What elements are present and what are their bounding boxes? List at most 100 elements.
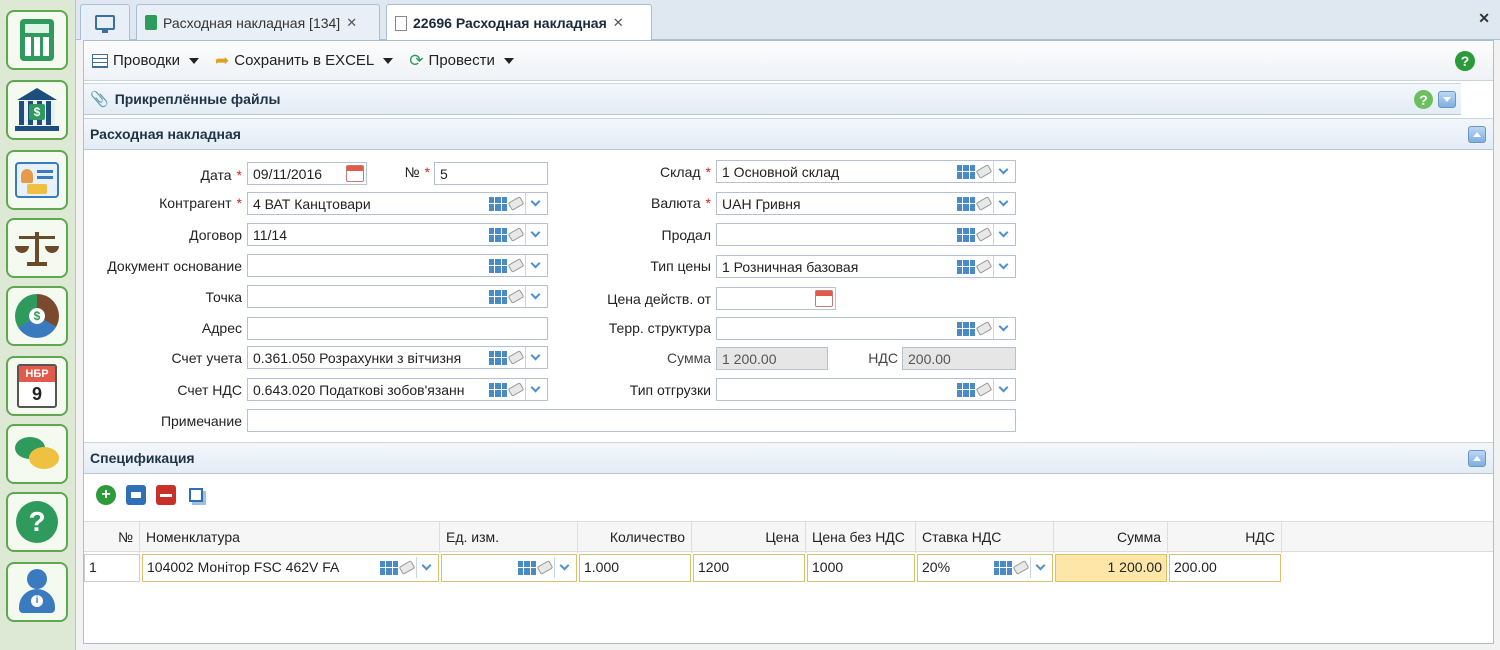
close-tab-icon[interactable]: ✕ [613,15,624,31]
chevron-down-icon[interactable] [1030,557,1050,578]
date-field[interactable]: 09/11/2016 [247,162,367,185]
shipment-type-field[interactable] [716,378,1016,401]
price-valid-field[interactable] [716,287,836,310]
calendar-icon[interactable] [815,290,833,307]
grid-icon[interactable] [489,350,507,365]
counterparty-field[interactable]: 4 ВАТ Канцтовари [247,192,548,215]
eraser-icon[interactable] [975,196,993,211]
eraser-icon[interactable] [1012,560,1030,575]
contract-field[interactable]: 11/14 [247,223,548,246]
tab-invoice-22696[interactable]: 22696 Расходная накладная ✕ [386,4,652,41]
col-item[interactable]: Номенклатура [140,522,440,553]
address-field[interactable] [247,317,548,340]
help-button[interactable]: ? [6,492,68,552]
eraser-icon[interactable] [536,560,554,575]
eraser-icon[interactable] [507,350,525,365]
col-unit[interactable]: Ед. изм. [440,522,578,553]
row-unit-field[interactable] [441,554,577,582]
calendar-icon[interactable] [346,165,364,182]
col-price[interactable]: Цена [692,522,806,553]
account-field[interactable]: 0.361.050 Розрахунки з вітчизня [247,346,548,369]
grid-icon[interactable] [957,259,975,274]
base-document-field[interactable] [247,254,548,277]
help-icon[interactable]: ? [1455,51,1475,71]
row-item-field[interactable]: 104002 Монітор FSC 462V FA [142,554,439,582]
tab-desktop[interactable] [80,4,130,40]
grid-icon[interactable] [380,560,398,575]
attached-files-header[interactable]: 📎 Прикреплённые файлы ? [84,83,1461,115]
chevron-down-icon[interactable] [993,224,1013,245]
grid-icon[interactable] [489,289,507,304]
calculator-button[interactable] [6,10,68,70]
close-tab-icon[interactable]: ✕ [346,15,357,31]
grid-icon[interactable] [518,560,536,575]
chevron-down-icon[interactable] [525,347,545,368]
sold-by-field[interactable] [716,223,1016,246]
save-excel-menu[interactable]: ➦ Сохранить в EXCEL [215,51,394,71]
contacts-button[interactable] [6,150,68,210]
grid-icon[interactable] [957,321,975,336]
user-info-button[interactable]: i [6,562,68,622]
col-quantity[interactable]: Количество [578,522,692,553]
eraser-icon[interactable] [975,321,993,336]
grid-icon[interactable] [957,382,975,397]
eraser-icon[interactable] [507,196,525,211]
point-field[interactable] [247,285,548,308]
warehouse-field[interactable]: 1 Основной склад [716,160,1016,183]
chevron-down-icon[interactable] [554,557,574,578]
chevron-down-icon[interactable] [416,557,436,578]
grid-icon[interactable] [489,258,507,273]
chevron-down-icon[interactable] [993,256,1013,277]
currency-field[interactable]: UAH Гривня [716,192,1016,215]
row-quantity-field[interactable]: 1.000 [579,554,691,582]
copy-icon[interactable] [186,485,206,505]
close-all-icon[interactable]: ✕ [1478,10,1490,27]
collapse-icon[interactable] [1468,450,1486,467]
eraser-icon[interactable] [398,560,416,575]
grid-icon[interactable] [994,560,1012,575]
price-type-field[interactable]: 1 Розничная базовая [716,255,1016,278]
expand-icon[interactable] [1438,91,1456,108]
number-field[interactable]: 5 [434,162,548,185]
chevron-down-icon[interactable] [525,193,545,214]
balance-button[interactable] [6,218,68,278]
row-vat-field[interactable]: 200.00 [1169,554,1281,582]
col-sum[interactable]: Сумма [1054,522,1168,553]
chevron-down-icon[interactable] [993,318,1013,339]
grid-icon[interactable] [957,164,975,179]
row-price-no-vat-field[interactable]: 1000 [807,554,915,582]
chevron-down-icon[interactable] [525,379,545,400]
chevron-down-icon[interactable] [993,193,1013,214]
save-icon[interactable] [126,485,146,505]
nbr-calendar-button[interactable]: НБР 9 [6,356,68,416]
collapse-icon[interactable] [1468,126,1486,143]
vat-account-field[interactable]: 0.643.020 Податкові зобов'язанн [247,378,548,401]
eraser-icon[interactable] [507,227,525,242]
col-vat-rate[interactable]: Ставка НДС [916,522,1054,553]
eraser-icon[interactable] [507,258,525,273]
eraser-icon[interactable] [507,382,525,397]
eraser-icon[interactable] [507,289,525,304]
postings-menu[interactable]: Проводки [92,52,199,69]
eraser-icon[interactable] [975,259,993,274]
row-vat-rate-field[interactable]: 20% [917,554,1053,582]
eraser-icon[interactable] [975,382,993,397]
grid-icon[interactable] [489,196,507,211]
finance-button[interactable]: $ [6,286,68,346]
col-vat[interactable]: НДС [1168,522,1282,553]
row-price-field[interactable]: 1200 [693,554,805,582]
delete-row-icon[interactable] [156,485,176,505]
grid-icon[interactable] [489,382,507,397]
col-price-no-vat[interactable]: Цена без НДС [806,522,916,553]
chevron-down-icon[interactable] [525,224,545,245]
grid-icon[interactable] [957,196,975,211]
chevron-down-icon[interactable] [993,161,1013,182]
bank-button[interactable]: $ [6,80,68,140]
chevron-down-icon[interactable] [993,379,1013,400]
grid-icon[interactable] [489,227,507,242]
grid-icon[interactable] [957,227,975,242]
chevron-down-icon[interactable] [525,286,545,307]
note-field[interactable] [247,409,1016,432]
col-number[interactable]: № [84,522,140,553]
eraser-icon[interactable] [975,227,993,242]
